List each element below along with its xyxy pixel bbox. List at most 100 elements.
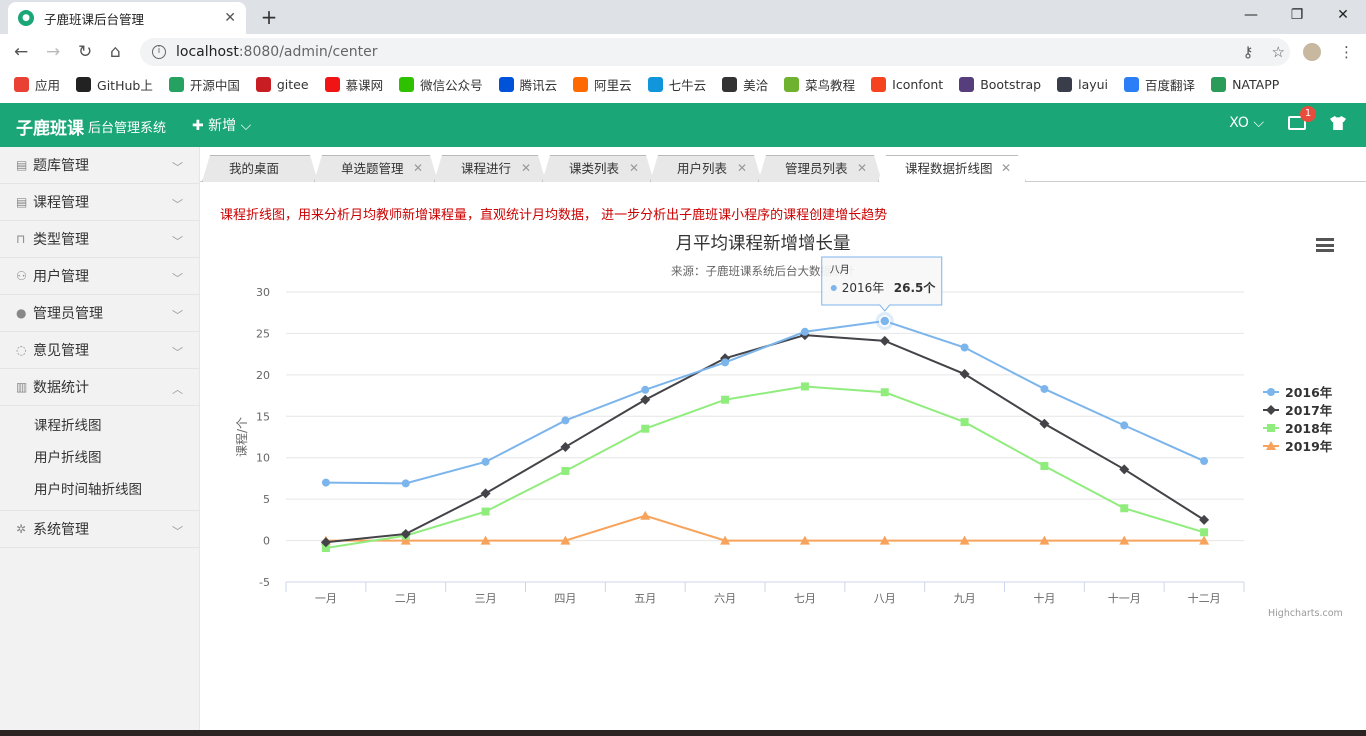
sidebar-item[interactable]: ◌ 意见管理 ﹀: [0, 332, 199, 369]
sidebar-item[interactable]: ⚇ 用户管理 ﹀: [0, 258, 199, 295]
data-point[interactable]: [640, 510, 651, 520]
sidebar-item[interactable]: ▤ 课程管理 ﹀: [0, 184, 199, 221]
page-tab[interactable]: 课类列表 ✕: [542, 155, 654, 182]
reload-icon[interactable]: ↻: [78, 42, 92, 62]
menu-dots-icon[interactable]: ⋮: [1339, 43, 1354, 61]
tab-close-icon[interactable]: ✕: [857, 156, 867, 181]
data-point[interactable]: [1039, 418, 1050, 429]
data-point[interactable]: [1266, 405, 1276, 415]
data-point[interactable]: [1119, 464, 1130, 475]
data-point[interactable]: [800, 327, 809, 336]
bookmark-item[interactable]: GitHub上: [76, 75, 153, 94]
sidebar-subitem[interactable]: 用户时间轴折线图: [0, 474, 199, 506]
page-tab[interactable]: 课程数据折线图 ✕: [878, 155, 1026, 182]
data-point[interactable]: [1120, 421, 1129, 430]
page-tab[interactable]: 单选题管理 ✕: [314, 155, 438, 182]
page-tab[interactable]: 用户列表 ✕: [650, 155, 762, 182]
bookmark-item[interactable]: gitee: [255, 76, 309, 92]
bookmark-item[interactable]: 慕课网: [324, 75, 383, 94]
add-new-menu[interactable]: ✚ 新增 ⌵: [192, 115, 251, 135]
data-point[interactable]: [1200, 528, 1209, 537]
data-point[interactable]: [641, 385, 650, 394]
star-icon[interactable]: ☆: [1272, 43, 1285, 61]
data-point[interactable]: [959, 369, 970, 380]
data-point[interactable]: [721, 395, 730, 404]
user-menu[interactable]: XO ⌵: [1229, 115, 1264, 131]
legend-label[interactable]: 2018年: [1285, 421, 1333, 436]
tab-close-icon[interactable]: ✕: [737, 156, 747, 181]
sidebar-item[interactable]: ✲ 系统管理 ﹀: [0, 511, 199, 548]
bookmark-item[interactable]: Iconfont: [871, 76, 943, 92]
data-point[interactable]: [1040, 384, 1049, 393]
chart-credits[interactable]: Highcharts.com: [1268, 608, 1343, 619]
bookmark-item[interactable]: NATAPP: [1211, 76, 1279, 92]
tab-close-icon[interactable]: ✕: [521, 156, 531, 181]
bookmark-item[interactable]: 菜鸟教程: [784, 75, 855, 94]
page-tab[interactable]: 我的桌面: [202, 155, 318, 182]
data-point[interactable]: [561, 466, 570, 475]
sidebar-item[interactable]: ▤ 题库管理 ﹀: [0, 147, 199, 184]
legend-label[interactable]: 2017年: [1285, 403, 1333, 418]
data-point[interactable]: [800, 382, 809, 391]
data-point[interactable]: [1040, 462, 1049, 470]
data-point[interactable]: [481, 507, 490, 516]
bookmark-item[interactable]: Bootstrap: [959, 76, 1041, 92]
browser-tab[interactable]: ● 子鹿班课后台管理 ✕: [8, 2, 246, 34]
data-point[interactable]: [641, 424, 650, 433]
sidebar-subitem[interactable]: 课程折线图: [0, 410, 199, 442]
forward-icon[interactable]: →: [46, 42, 60, 62]
data-point[interactable]: [481, 457, 490, 466]
theme-shirt-icon[interactable]: [1330, 116, 1346, 130]
data-point[interactable]: [640, 394, 651, 405]
new-tab-button[interactable]: +: [256, 6, 282, 30]
info-icon[interactable]: i: [152, 45, 166, 59]
sidebar-item[interactable]: ⊓ 类型管理 ﹀: [0, 221, 199, 258]
window-close-icon[interactable]: ✕: [1320, 0, 1366, 30]
data-point[interactable]: [1267, 424, 1275, 432]
bookmark-item[interactable]: 应用: [14, 75, 60, 94]
bookmark-item[interactable]: 开源中国: [168, 75, 240, 94]
bookmark-item[interactable]: 百度翻译: [1124, 75, 1195, 94]
bookmark-item[interactable]: 美洽: [722, 75, 768, 94]
data-point[interactable]: [721, 358, 730, 367]
data-point[interactable]: [1199, 514, 1210, 525]
sidebar-item[interactable]: ● 管理员管理 ﹀: [0, 295, 199, 332]
data-point[interactable]: [1200, 457, 1209, 466]
sidebar-item[interactable]: ▥ 数据统计 ︿: [0, 369, 199, 406]
data-point[interactable]: [480, 488, 491, 499]
hover-point[interactable]: [879, 315, 891, 327]
close-icon[interactable]: ✕: [224, 10, 236, 26]
data-point[interactable]: [321, 478, 330, 487]
logo[interactable]: 子鹿班课: [16, 114, 84, 139]
profile-avatar[interactable]: [1303, 43, 1321, 61]
back-icon[interactable]: ←: [14, 42, 28, 62]
tab-close-icon[interactable]: ✕: [413, 156, 423, 181]
bookmark-item[interactable]: 腾讯云: [498, 75, 557, 94]
data-point[interactable]: [880, 388, 889, 397]
tab-close-icon[interactable]: ✕: [629, 156, 639, 181]
key-icon[interactable]: ⚷: [1243, 43, 1254, 61]
maximize-icon[interactable]: ❐: [1274, 0, 1320, 30]
home-icon[interactable]: ⌂: [110, 42, 121, 62]
data-point[interactable]: [560, 441, 571, 452]
data-point[interactable]: [960, 343, 969, 352]
page-tab[interactable]: 课程进行 ✕: [434, 155, 546, 182]
mail-icon[interactable]: 1: [1288, 106, 1316, 130]
sidebar-subitem[interactable]: 用户折线图: [0, 442, 199, 474]
bookmark-item[interactable]: 七牛云: [647, 75, 706, 94]
bookmark-item[interactable]: layui: [1057, 76, 1108, 92]
bookmark-item[interactable]: 微信公众号: [399, 75, 483, 94]
legend-label[interactable]: 2019年: [1285, 439, 1333, 454]
data-point[interactable]: [879, 335, 890, 346]
data-point[interactable]: [960, 418, 969, 427]
data-point[interactable]: [1120, 504, 1129, 513]
data-point[interactable]: [561, 416, 570, 425]
url-field[interactable]: i localhost:8080/admin/center: [140, 38, 1290, 66]
legend-label[interactable]: 2016年: [1285, 385, 1333, 400]
minimize-icon[interactable]: —: [1228, 0, 1274, 30]
tab-close-icon[interactable]: ✕: [1001, 156, 1011, 181]
bookmark-item[interactable]: 阿里云: [573, 75, 632, 94]
page-tab[interactable]: 管理员列表 ✕: [758, 155, 882, 182]
data-point[interactable]: [401, 479, 410, 488]
data-point[interactable]: [1267, 388, 1275, 396]
